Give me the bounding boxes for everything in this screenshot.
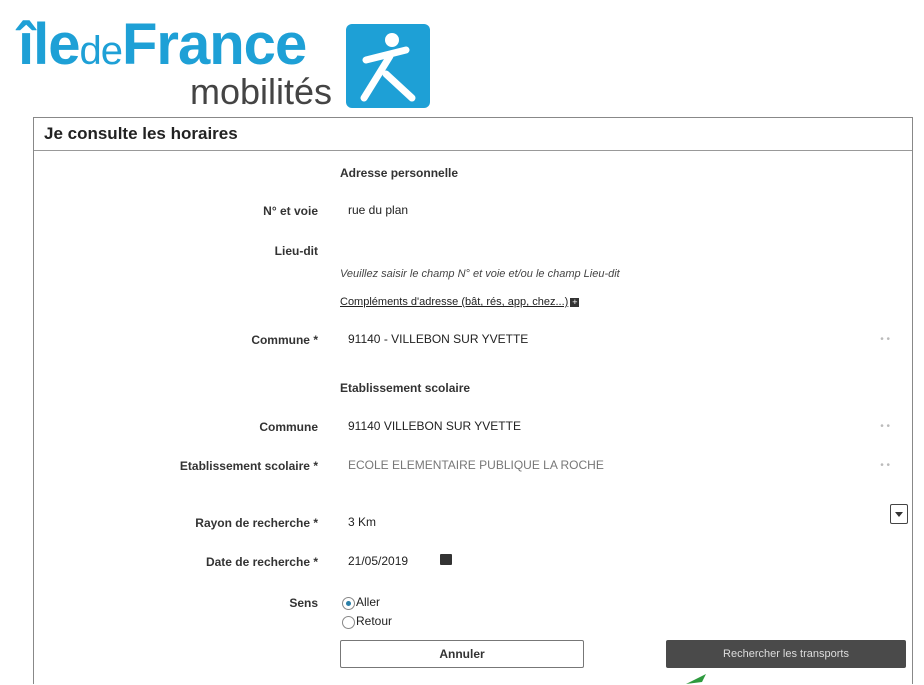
logo-mobilites-text: mobilités — [190, 71, 333, 112]
school-select[interactable]: ECOLE ELEMENTAIRE PUBLIQUE LA ROCHE • • — [344, 454, 894, 476]
panel-title: Je consulte les horaires — [44, 124, 238, 143]
calendar-icon[interactable] — [440, 554, 452, 565]
search-transports-button[interactable]: Rechercher les transports — [666, 640, 906, 668]
logo-de-text: de — [79, 29, 123, 73]
school-label: Etablissement scolaire * — [179, 459, 318, 473]
radio-retour-label: Retour — [356, 614, 393, 628]
panel-divider — [34, 150, 912, 151]
street-value: rue du plan — [348, 203, 409, 217]
section-school: Etablissement scolaire — [340, 381, 471, 395]
lieu-dit-label: Lieu-dit — [274, 244, 318, 258]
logo-france-text: France — [122, 12, 307, 77]
street-field[interactable]: rue du plan — [344, 199, 894, 221]
date-field[interactable]: 21/05/2019 — [344, 550, 434, 572]
address-complement-link[interactable]: Compléments d'adresse (bât, rés, app, ch… — [340, 296, 580, 308]
address-complement-text: Compléments d'adresse (bât, rés, app, ch… — [340, 296, 569, 308]
radius-select[interactable]: 3 Km — [344, 511, 894, 533]
school-commune-label: Commune — [259, 420, 318, 434]
direction-label: Sens — [289, 596, 318, 610]
commune-select[interactable]: 91140 - VILLEBON SUR YVETTE • • — [344, 328, 894, 350]
radio-aller[interactable] — [342, 597, 355, 610]
radius-label: Rayon de recherche * — [195, 516, 318, 530]
cancel-button[interactable]: Annuler — [340, 640, 584, 668]
radio-aller-label: Aller — [356, 595, 381, 609]
section-personal-address: Adresse personnelle — [340, 166, 459, 180]
schedule-form-panel: Je consulte les horaires Adresse personn… — [33, 117, 913, 684]
radius-value: 3 Km — [348, 515, 377, 529]
plus-icon: + — [570, 296, 580, 307]
commune-value: 91140 - VILLEBON SUR YVETTE — [348, 332, 529, 346]
commune-dropdown-icon: • • — [880, 334, 890, 345]
date-value: 21/05/2019 — [348, 554, 409, 568]
street-label: N° et voie — [263, 204, 318, 218]
lieu-dit-field[interactable] — [344, 239, 894, 261]
date-label: Date de recherche * — [205, 555, 318, 569]
idf-mobilites-logo: îledeFrance mobilités — [18, 12, 430, 124]
address-hint: Veuillez saisir le champ N° et voie et/o… — [340, 268, 620, 280]
arrow-icon — [686, 674, 706, 684]
school-commune-value: 91140 VILLEBON SUR YVETTE — [348, 419, 521, 433]
radio-retour[interactable] — [342, 616, 355, 629]
school-value: ECOLE ELEMENTAIRE PUBLIQUE LA ROCHE — [348, 458, 604, 472]
school-dropdown-icon: • • — [880, 460, 890, 471]
commune-label: Commune * — [251, 333, 318, 347]
logo-person-icon — [346, 24, 430, 108]
radius-dropdown-button[interactable] — [890, 504, 908, 524]
school-commune-select[interactable]: 91140 VILLEBON SUR YVETTE • • — [344, 415, 894, 437]
school-commune-dropdown-icon: • • — [880, 421, 890, 432]
logo-ile-text: île — [18, 12, 80, 77]
